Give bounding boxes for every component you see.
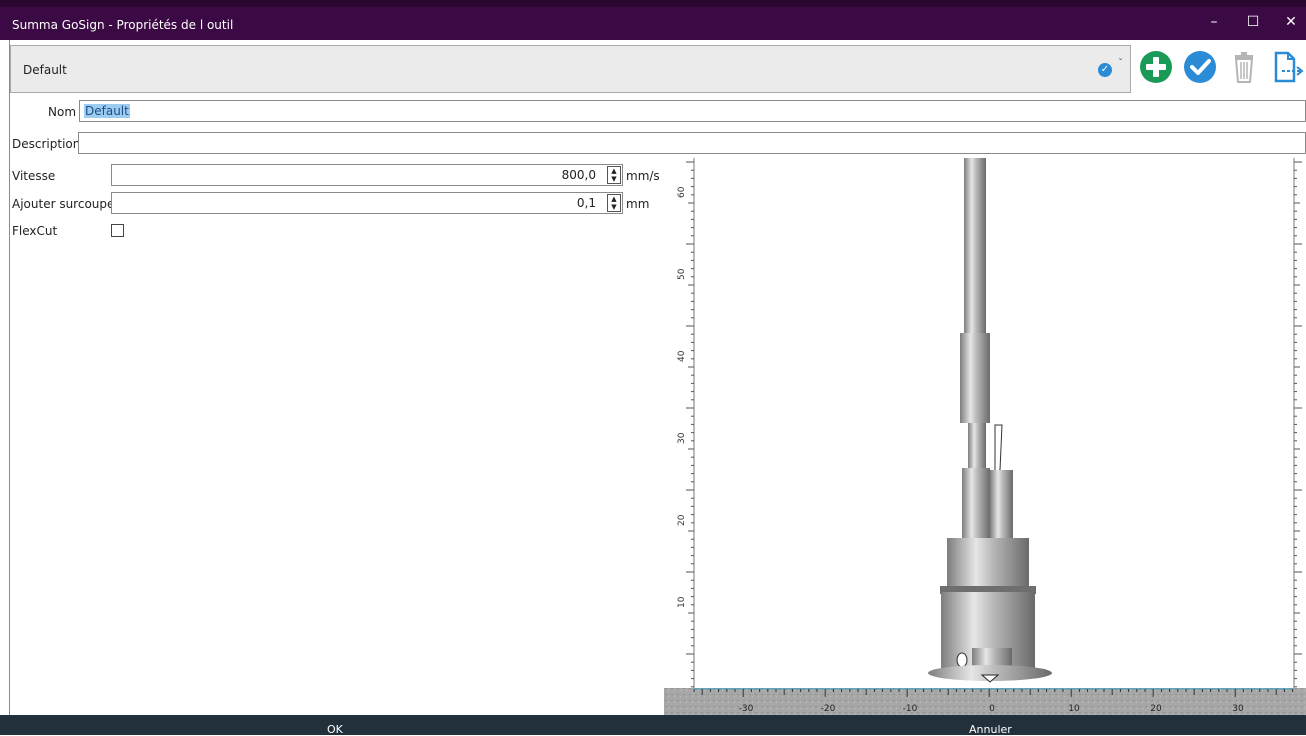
right-ruler-ticks <box>1294 161 1302 688</box>
name-field-value: Default <box>84 104 130 118</box>
minimize-button[interactable]: – <box>1199 14 1229 30</box>
preset-selected-value: Default <box>23 63 67 77</box>
y-tick-label: 40 <box>677 350 687 362</box>
y-tick-label: 30 <box>677 432 687 444</box>
preset-selector[interactable]: Default ✓ ˇ <box>10 45 1131 93</box>
tool-preview: 60 50 40 30 20 10 -30 -20 -10 0 10 20 30 <box>664 158 1306 715</box>
export-icon[interactable] <box>1270 49 1306 85</box>
window-title: Summa GoSign - Propriétés de l outil <box>12 18 234 32</box>
x-tick-label: -10 <box>903 704 918 714</box>
confirm-icon[interactable] <box>1182 49 1218 85</box>
tool-preview-canvas: 60 50 40 30 20 10 -30 -20 -10 0 10 20 30 <box>664 158 1306 715</box>
maximize-button[interactable]: ☐ <box>1238 14 1268 30</box>
name-label: Nom <box>48 105 77 119</box>
close-button[interactable]: ✕ <box>1276 14 1306 30</box>
description-field[interactable] <box>78 132 1306 154</box>
x-tick-label: 10 <box>1068 704 1080 714</box>
tool-drawing <box>928 158 1052 683</box>
description-label: Description <box>12 137 81 151</box>
stepper-down-icon[interactable]: ▼ <box>608 203 620 211</box>
y-tick-label: 20 <box>677 514 687 526</box>
stepper-down-icon[interactable]: ▼ <box>608 175 620 183</box>
y-tick-label: 50 <box>677 268 687 280</box>
dialog-footer: OK Annuler <box>0 715 1306 736</box>
stepper-up-icon[interactable]: ▲ <box>608 167 620 175</box>
x-tick-label: 0 <box>989 704 995 714</box>
stepper-up-icon[interactable]: ▲ <box>608 195 620 203</box>
ok-button[interactable]: OK <box>327 723 343 736</box>
overcut-unit: mm <box>626 197 650 211</box>
add-icon[interactable] <box>1138 49 1174 85</box>
overcut-value: 0,1 <box>576 196 596 210</box>
overcut-label: Ajouter surcoupe <box>12 197 115 211</box>
x-tick-label: -20 <box>821 704 836 714</box>
y-tick-label: 10 <box>677 596 687 608</box>
chevron-down-icon[interactable]: ˇ <box>1118 58 1123 69</box>
flexcut-label: FlexCut <box>12 224 58 238</box>
speed-stepper[interactable]: ▲ ▼ <box>607 166 621 184</box>
speed-input[interactable]: 800,0 ▲ ▼ <box>111 164 623 186</box>
window-left-edge <box>0 40 10 715</box>
x-tick-label: 20 <box>1150 704 1162 714</box>
flexcut-checkbox[interactable] <box>111 224 124 237</box>
y-tick-label: 60 <box>677 186 687 198</box>
horizontal-ruler <box>664 688 1306 715</box>
speed-label: Vitesse <box>12 169 56 183</box>
overcut-input[interactable]: 0,1 ▲ ▼ <box>111 192 623 214</box>
name-field[interactable]: Default <box>79 100 1306 122</box>
x-tick-label: 30 <box>1232 704 1244 714</box>
cancel-button[interactable]: Annuler <box>969 723 1012 736</box>
speed-unit: mm/s <box>626 169 660 183</box>
overcut-stepper[interactable]: ▲ ▼ <box>607 194 621 212</box>
title-bar-strip <box>0 0 1306 7</box>
speed-value: 800,0 <box>561 168 596 182</box>
trash-icon[interactable] <box>1226 49 1262 85</box>
x-tick-label: -30 <box>739 704 754 714</box>
title-bar: Summa GoSign - Propriétés de l outil – ☐… <box>0 0 1306 40</box>
check-circle-icon: ✓ <box>1098 63 1112 77</box>
